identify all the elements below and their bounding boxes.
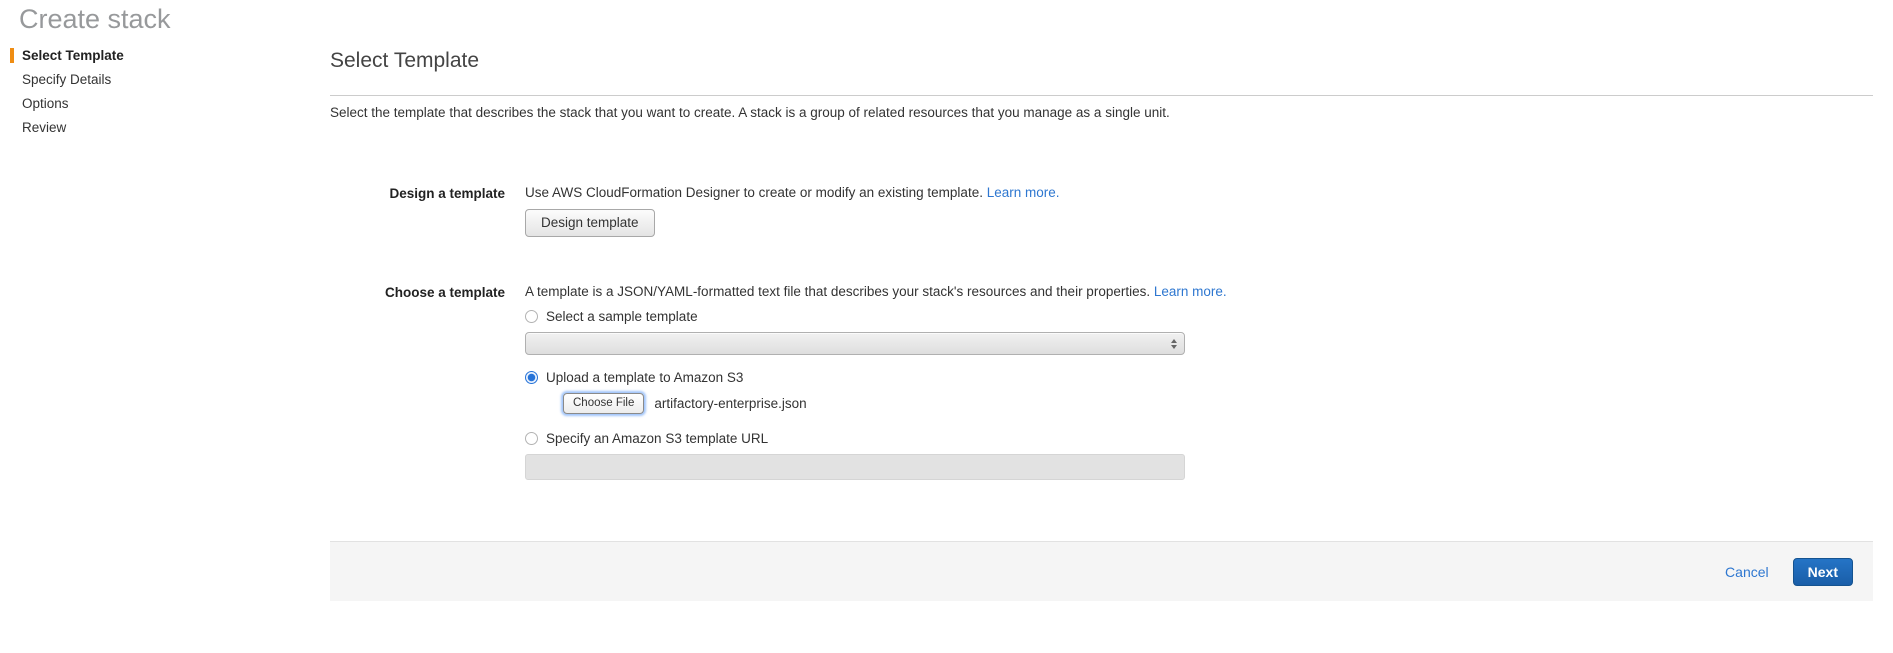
sample-template-option-label: Select a sample template — [546, 309, 698, 324]
design-template-row: Design a template Use AWS CloudFormation… — [330, 185, 1873, 237]
next-button[interactable]: Next — [1793, 558, 1853, 586]
design-template-button[interactable]: Design template — [525, 209, 655, 237]
design-template-label: Design a template — [330, 185, 505, 237]
section-title: Select Template — [330, 48, 1873, 74]
main-panel: Select Template Select the template that… — [330, 48, 1873, 601]
wizard-steps-nav: Select Template Specify Details Options … — [0, 48, 330, 601]
radio-unchecked-icon[interactable] — [525, 310, 538, 323]
choose-file-button[interactable]: Choose File — [563, 393, 644, 414]
sample-template-option[interactable]: Select a sample template — [525, 309, 1873, 324]
upload-template-option[interactable]: Upload a template to Amazon S3 — [525, 370, 1873, 385]
design-learn-more-link[interactable]: Learn more. — [987, 185, 1060, 200]
wizard-footer: Cancel Next — [330, 541, 1873, 601]
radio-unchecked-icon[interactable] — [525, 432, 538, 445]
s3-url-option[interactable]: Specify an Amazon S3 template URL — [525, 431, 1873, 446]
create-stack-page: Create stack Select Template Specify Det… — [0, 4, 1893, 601]
page-title: Create stack — [19, 4, 1893, 35]
choose-template-row: Choose a template A template is a JSON/Y… — [330, 284, 1873, 480]
sidebar-step-specify-details[interactable]: Specify Details — [10, 72, 330, 87]
choose-learn-more-link[interactable]: Learn more. — [1154, 284, 1227, 299]
cancel-button[interactable]: Cancel — [1725, 564, 1769, 580]
choose-template-description: A template is a JSON/YAML-formatted text… — [525, 284, 1150, 299]
radio-checked-icon[interactable] — [525, 371, 538, 384]
uploaded-file-name: artifactory-enterprise.json — [654, 396, 806, 411]
sample-template-select[interactable] — [525, 332, 1185, 355]
s3-url-input[interactable] — [525, 454, 1185, 480]
upload-template-option-label: Upload a template to Amazon S3 — [546, 370, 743, 385]
file-upload-row: Choose File artifactory-enterprise.json — [563, 393, 1873, 414]
s3-url-option-label: Specify an Amazon S3 template URL — [546, 431, 768, 446]
sidebar-step-review[interactable]: Review — [10, 120, 330, 135]
select-stepper-icon — [1171, 339, 1177, 349]
design-template-description: Use AWS CloudFormation Designer to creat… — [525, 185, 983, 200]
choose-template-label: Choose a template — [330, 284, 505, 480]
section-divider — [330, 95, 1873, 96]
sidebar-step-select-template[interactable]: Select Template — [10, 48, 330, 63]
sidebar-step-options[interactable]: Options — [10, 96, 330, 111]
intro-text: Select the template that describes the s… — [330, 105, 1873, 121]
